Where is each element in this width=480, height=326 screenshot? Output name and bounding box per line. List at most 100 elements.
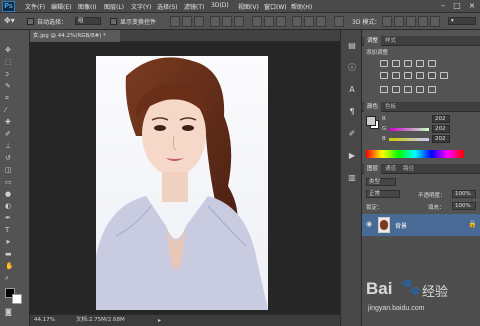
green-slider[interactable] xyxy=(389,128,429,131)
invert-icon[interactable] xyxy=(380,86,388,93)
history-brush-tool-icon[interactable]: ↺ xyxy=(5,154,25,163)
tab-swatches[interactable]: 色板 xyxy=(382,102,399,112)
align-right-icon[interactable] xyxy=(234,16,244,27)
vibrance-icon[interactable] xyxy=(428,60,436,67)
pen-tool-icon[interactable]: ✒ xyxy=(5,214,25,223)
tab-styles[interactable]: 样式 xyxy=(382,36,399,46)
channel-mixer-icon[interactable] xyxy=(428,72,436,79)
3d-rotate-icon[interactable] xyxy=(382,16,392,27)
document-image[interactable] xyxy=(96,56,268,310)
blend-mode-dropdown[interactable]: 正常 xyxy=(366,190,400,198)
green-value[interactable]: 202 xyxy=(432,125,450,133)
3d-pan-icon[interactable] xyxy=(406,16,416,27)
workspace-switcher[interactable]: ▾ xyxy=(448,17,476,25)
healing-brush-tool-icon[interactable]: ✚ xyxy=(5,118,25,127)
tab-channels[interactable]: 通道 xyxy=(382,164,399,174)
zoom-tool-icon[interactable]: ⌕ xyxy=(5,274,25,283)
blue-slider[interactable] xyxy=(389,138,429,141)
distribute-bottom-icon[interactable] xyxy=(276,16,286,27)
levels-icon[interactable] xyxy=(392,60,400,67)
menu-filter[interactable]: 滤镜(T) xyxy=(184,2,204,11)
menu-layer[interactable]: 图层(L) xyxy=(104,2,124,11)
move-tool-preset-icon[interactable]: ✥▾ xyxy=(4,16,15,25)
layer-row-background[interactable]: ◉ 背景 🔒 xyxy=(362,214,480,236)
distribute-left-icon[interactable] xyxy=(292,16,302,27)
auto-select-dropdown[interactable]: 组 xyxy=(75,17,101,25)
history-panel-icon[interactable]: ▤ xyxy=(346,40,358,52)
shape-tool-icon[interactable]: ▬ xyxy=(5,250,25,259)
marquee-tool-icon[interactable]: ⬚ xyxy=(5,58,25,67)
hand-tool-icon[interactable]: ✋ xyxy=(5,262,25,271)
menu-window[interactable]: 窗口(W) xyxy=(264,2,287,11)
distribute-top-icon[interactable] xyxy=(252,16,262,27)
document-tab[interactable]: 女.jpg @ 44.2%(RGB/8#) * xyxy=(30,30,120,42)
menu-select[interactable]: 选择(S) xyxy=(157,2,178,11)
selective-color-icon[interactable] xyxy=(428,86,436,93)
menu-type[interactable]: 文字(Y) xyxy=(131,2,151,11)
menu-3d[interactable]: 3D(D) xyxy=(211,2,229,9)
tab-paths[interactable]: 路径 xyxy=(400,164,417,174)
opacity-field[interactable]: 100% xyxy=(452,190,476,198)
lasso-tool-icon[interactable]: ↄ xyxy=(5,70,25,79)
brush-panel-icon[interactable]: ✐ xyxy=(346,128,358,140)
eyedropper-tool-icon[interactable]: ⁄ xyxy=(5,106,25,115)
gradient-tool-icon[interactable]: ▭ xyxy=(5,178,25,187)
maximize-icon[interactable]: □ xyxy=(450,1,464,11)
fill-field[interactable]: 100% xyxy=(452,202,476,210)
color-lookup-icon[interactable] xyxy=(440,72,448,79)
character-panel-icon[interactable]: A xyxy=(346,84,358,96)
blue-value[interactable]: 202 xyxy=(432,135,450,143)
3d-slide-icon[interactable] xyxy=(418,16,428,27)
distribute-hcenter-icon[interactable] xyxy=(304,16,314,27)
path-selection-tool-icon[interactable]: ➤ xyxy=(5,238,25,247)
blur-tool-icon[interactable]: ● xyxy=(5,190,25,199)
align-top-icon[interactable] xyxy=(170,16,180,27)
zoom-level[interactable]: 44.17% xyxy=(34,315,55,326)
paragraph-panel-icon[interactable]: ¶ xyxy=(346,106,358,118)
tab-adjustments[interactable]: 调整 xyxy=(364,36,382,46)
menu-file[interactable]: 文件(F) xyxy=(25,2,45,11)
eye-icon[interactable]: ◉ xyxy=(366,220,372,228)
eraser-tool-icon[interactable]: ◫ xyxy=(5,166,25,175)
photo-filter-icon[interactable] xyxy=(416,72,424,79)
close-icon[interactable]: × xyxy=(465,1,479,11)
align-bottom-icon[interactable] xyxy=(194,16,204,27)
minimize-icon[interactable]: – xyxy=(436,1,450,11)
layer-filter-dropdown[interactable]: 类型 xyxy=(366,178,396,186)
color-balance-icon[interactable] xyxy=(392,72,400,79)
properties-panel-icon[interactable]: ⓘ xyxy=(346,62,358,74)
actions-panel-icon[interactable]: ▶ xyxy=(346,150,358,162)
red-value[interactable]: 202 xyxy=(432,115,450,123)
brightness-contrast-icon[interactable] xyxy=(380,60,388,67)
hue-saturation-icon[interactable] xyxy=(380,72,388,79)
distribute-right-icon[interactable] xyxy=(316,16,326,27)
posterize-icon[interactable] xyxy=(392,86,400,93)
brush-tool-icon[interactable]: ✐ xyxy=(5,130,25,139)
align-hcenter-icon[interactable] xyxy=(222,16,232,27)
3d-scale-icon[interactable] xyxy=(430,16,440,27)
black-white-icon[interactable] xyxy=(404,72,412,79)
crop-tool-icon[interactable]: ⌗ xyxy=(5,94,25,103)
move-tool-icon[interactable]: ✥ xyxy=(5,46,25,55)
type-tool-icon[interactable]: T xyxy=(5,226,25,235)
color-foreground-swatch[interactable] xyxy=(366,116,376,126)
quick-select-tool-icon[interactable]: ✎ xyxy=(5,82,25,91)
color-spectrum-bar[interactable] xyxy=(366,150,464,158)
gradient-map-icon[interactable] xyxy=(416,86,424,93)
quick-mask-icon[interactable]: ◙ xyxy=(5,308,25,317)
auto-select-checkbox[interactable] xyxy=(27,18,34,25)
show-transform-checkbox[interactable] xyxy=(110,18,117,25)
tab-layers[interactable]: 图层 xyxy=(364,164,382,174)
red-slider[interactable] xyxy=(389,118,429,121)
background-color-swatch[interactable] xyxy=(12,294,22,304)
auto-align-icon[interactable] xyxy=(334,16,344,27)
status-menu-arrow-icon[interactable]: ▸ xyxy=(158,315,161,326)
exposure-icon[interactable] xyxy=(416,60,424,67)
threshold-icon[interactable] xyxy=(404,86,412,93)
curves-icon[interactable] xyxy=(404,60,412,67)
distribute-vcenter-icon[interactable] xyxy=(264,16,274,27)
notes-panel-icon[interactable]: ▥ xyxy=(346,172,358,184)
3d-roll-icon[interactable] xyxy=(394,16,404,27)
menu-image[interactable]: 图像(I) xyxy=(78,2,96,11)
align-vcenter-icon[interactable] xyxy=(182,16,192,27)
